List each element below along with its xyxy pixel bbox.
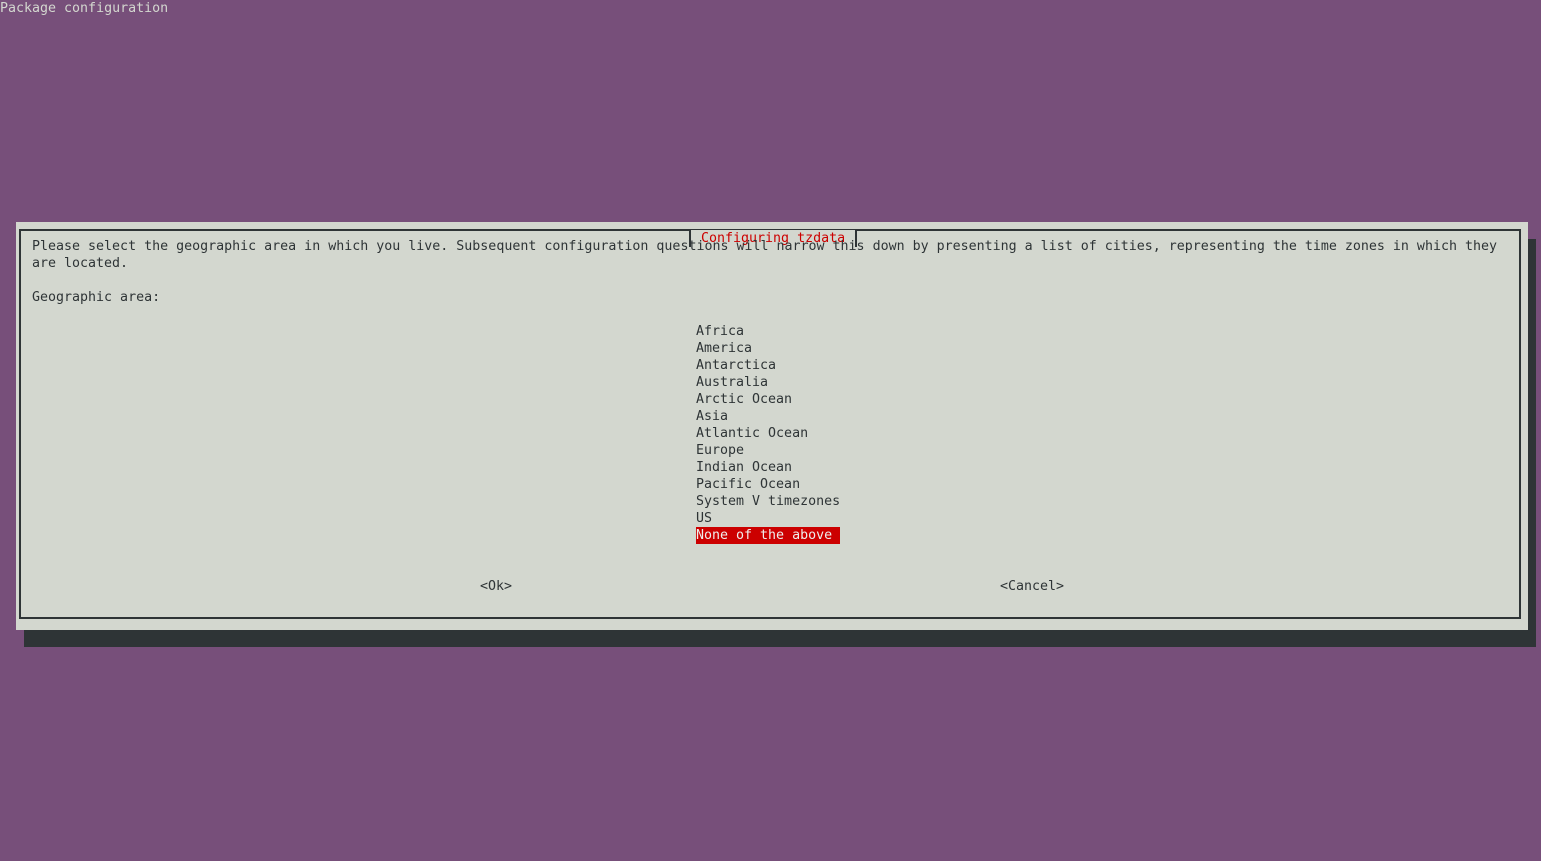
area-option-indian-ocean[interactable]: Indian Ocean: [696, 459, 800, 476]
area-option-antarctica[interactable]: Antarctica: [696, 357, 784, 374]
geographic-area-list: Africa America Antarctica Australia Arct…: [696, 323, 848, 544]
area-option-arctic-ocean[interactable]: Arctic Ocean: [696, 391, 800, 408]
area-option-australia[interactable]: Australia: [696, 374, 776, 391]
area-option-us[interactable]: US: [696, 510, 720, 527]
area-option-asia[interactable]: Asia: [696, 408, 736, 425]
tzdata-dialog: Configuring tzdata Please select the geo…: [16, 222, 1528, 630]
geographic-area-label: Geographic area:: [32, 290, 161, 305]
area-option-none-of-the-above[interactable]: None of the above: [696, 527, 841, 544]
cancel-button[interactable]: <Cancel>: [1000, 578, 1064, 595]
ok-button[interactable]: <Ok>: [480, 578, 512, 595]
area-option-america[interactable]: America: [696, 340, 760, 357]
backtitle: Package configuration: [0, 1, 169, 16]
area-option-pacific-ocean[interactable]: Pacific Ocean: [696, 476, 808, 493]
area-option-system-v-timezones[interactable]: System V timezones: [696, 493, 848, 510]
area-option-europe[interactable]: Europe: [696, 442, 752, 459]
area-option-africa[interactable]: Africa: [696, 323, 752, 340]
dialog-prompt: Please select the geographic area in whi…: [32, 239, 1497, 271]
area-option-atlantic-ocean[interactable]: Atlantic Ocean: [696, 425, 816, 442]
